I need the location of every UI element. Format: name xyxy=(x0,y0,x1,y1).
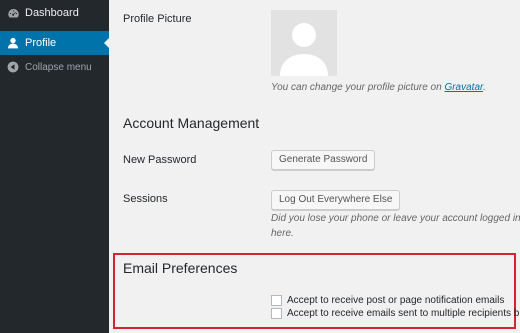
sidebar-item-profile[interactable]: Profile xyxy=(0,31,110,55)
description-text: . xyxy=(482,82,486,93)
sidebar-item-label: Collapse menu xyxy=(25,61,92,73)
multiple-recipients-emails-option[interactable]: Accept to receive emails sent to multipl… xyxy=(271,308,519,319)
profile-picture-label: Profile Picture xyxy=(123,13,192,25)
sidebar-item-label: Profile xyxy=(25,37,57,49)
collapse-menu-button[interactable]: Collapse menu xyxy=(0,58,109,76)
sessions-description: Did you lose your phone or leave your ac… xyxy=(271,213,520,224)
new-password-label: New Password xyxy=(123,154,197,166)
default-avatar-icon xyxy=(271,10,337,76)
sessions-label: Sessions xyxy=(123,193,168,205)
admin-sidebar: Dashboard Profile Collapse menu xyxy=(0,0,110,333)
profile-picture-description: You can change your profile picture on G… xyxy=(271,81,486,95)
sidebar-item-dashboard[interactable]: Dashboard xyxy=(0,3,109,23)
multiple-recipients-emails-checkbox[interactable] xyxy=(271,308,282,319)
account-management-heading: Account Management xyxy=(123,115,260,131)
checkbox-label: Accept to receive post or page notificat… xyxy=(287,295,505,306)
checkbox-label: Accept to receive emails sent to multipl… xyxy=(287,308,520,319)
active-menu-arrow xyxy=(104,37,110,49)
user-icon xyxy=(6,36,20,50)
post-notification-emails-checkbox[interactable] xyxy=(271,295,282,306)
sidebar-item-label: Dashboard xyxy=(25,7,79,19)
generate-password-button[interactable]: Generate Password xyxy=(271,150,376,170)
log-out-everywhere-button[interactable]: Log Out Everywhere Else xyxy=(271,190,401,210)
gravatar-link[interactable]: Gravatar xyxy=(444,82,483,93)
collapse-arrow-icon xyxy=(6,60,20,74)
sessions-description-continued: here. xyxy=(271,228,294,239)
description-text: You can change your profile picture on xyxy=(271,82,445,93)
email-preferences-heading: Email Preferences xyxy=(123,260,238,276)
post-notification-emails-option[interactable]: Accept to receive post or page notificat… xyxy=(271,295,504,306)
avatar xyxy=(271,10,337,76)
dashboard-icon xyxy=(6,6,20,20)
